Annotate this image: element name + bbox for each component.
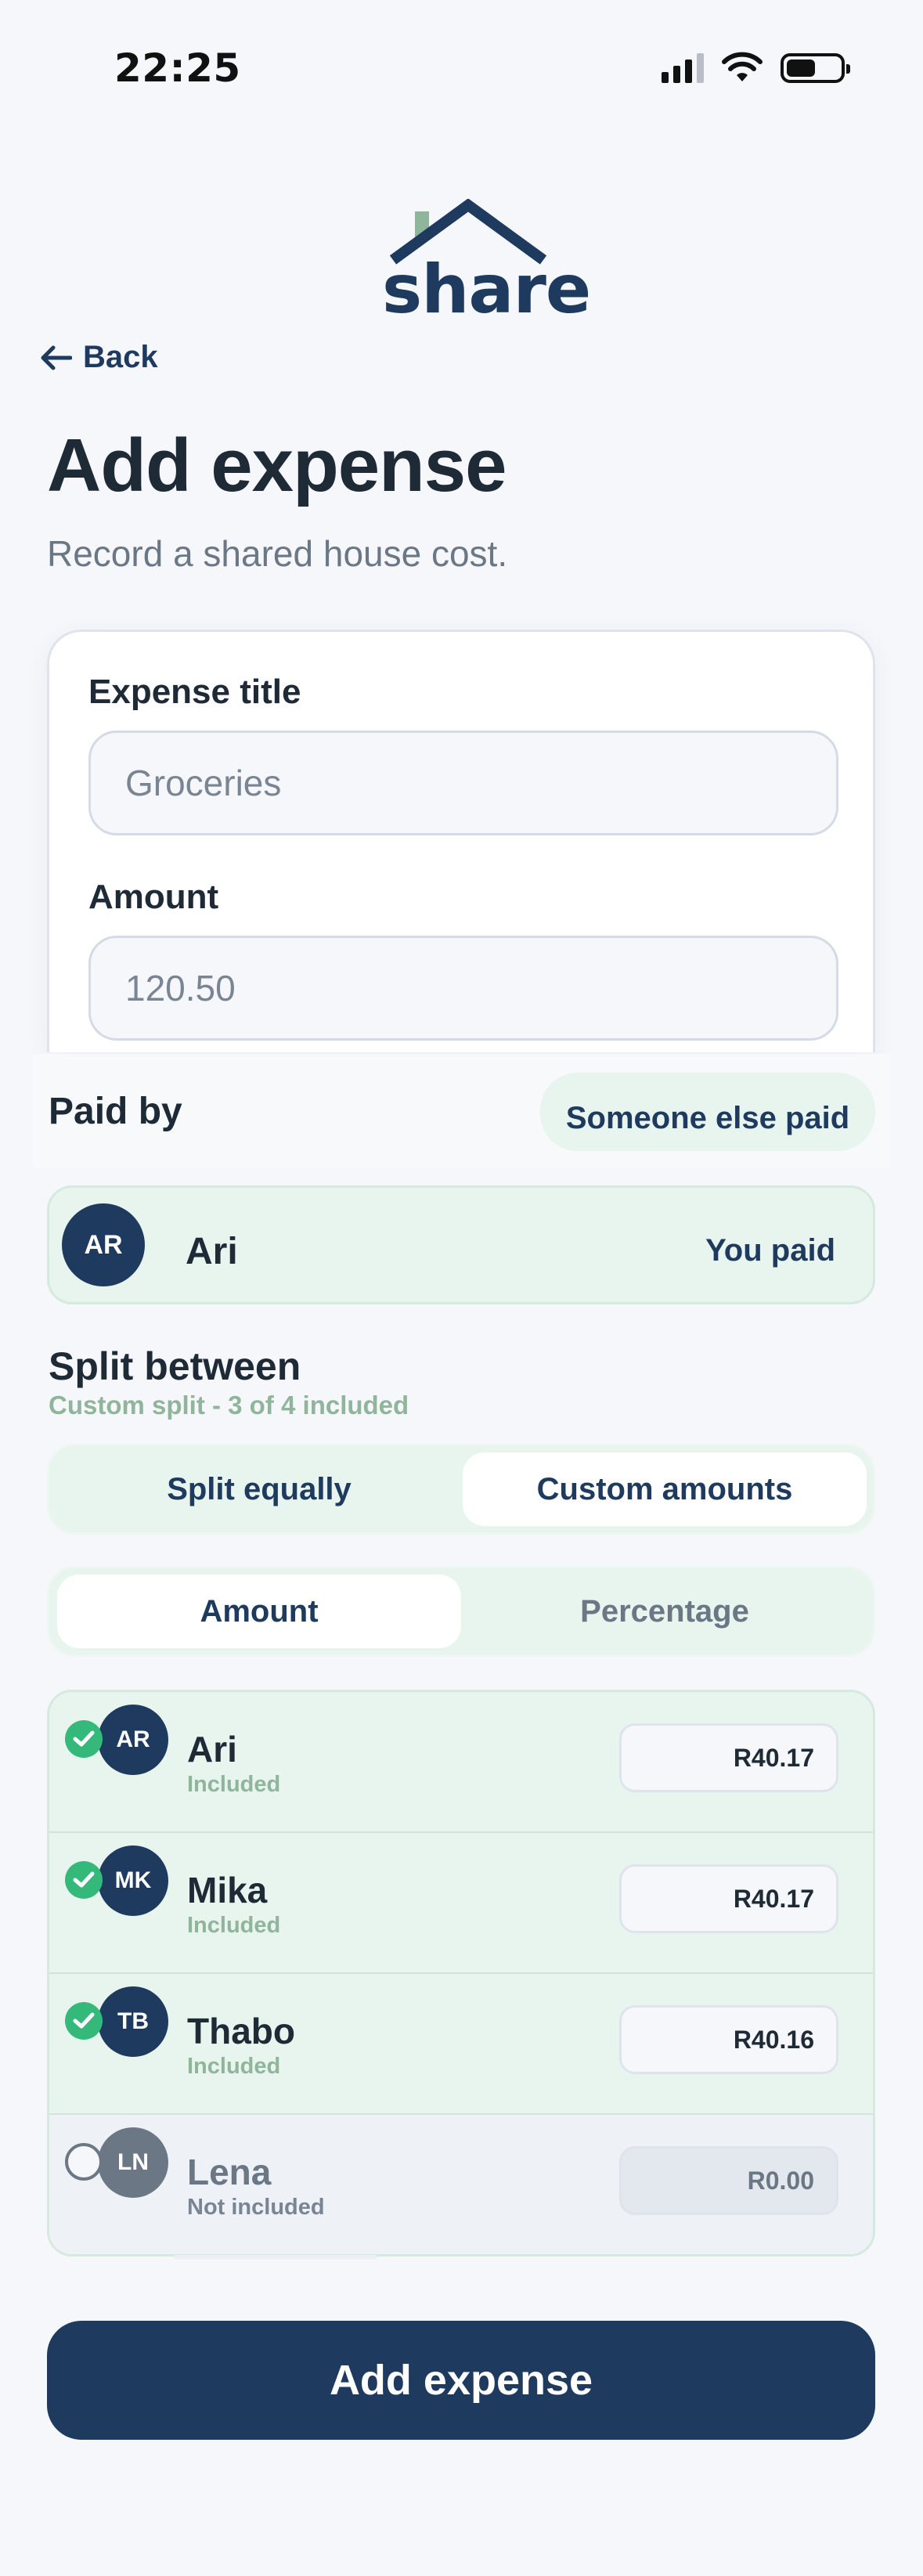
- page-title: Add expense: [47, 424, 507, 507]
- person-amount-input[interactable]: R40.16: [619, 2005, 838, 2074]
- checked-icon[interactable]: [65, 1720, 103, 1758]
- percentage-option[interactable]: Percentage: [463, 1575, 867, 1648]
- add-expense-button[interactable]: Add expense: [47, 2321, 875, 2440]
- person-status: Not included: [187, 2195, 325, 2220]
- avatar: AR: [98, 1705, 168, 1775]
- paid-by-label: Paid by: [49, 1091, 182, 1132]
- checked-icon[interactable]: [65, 1861, 103, 1899]
- person-row-thabo[interactable]: TB Thabo Included R40.16: [49, 1974, 873, 2115]
- avatar: MK: [98, 1845, 168, 1916]
- person-amount-input[interactable]: R40.17: [619, 1723, 838, 1792]
- battery-icon: [781, 53, 850, 83]
- amount-label: Amount: [88, 878, 219, 916]
- person-name: Ari: [187, 1729, 237, 1770]
- wifi-icon: [722, 52, 763, 81]
- avatar: LN: [98, 2127, 168, 2198]
- scroll-hint: [174, 2255, 377, 2260]
- person-amount-input[interactable]: R40.17: [619, 1864, 838, 1933]
- split-people-list: AR Ari Included R40.17 MK Mika Included …: [47, 1690, 875, 2257]
- split-mode-toggle: Split equally Custom amounts: [47, 1444, 875, 1535]
- expense-title-label: Expense title: [88, 673, 301, 711]
- back-label: Back: [83, 340, 158, 374]
- you-paid-tag: You paid: [705, 1233, 835, 1268]
- person-row-ari[interactable]: AR Ari Included R40.17: [49, 1692, 873, 1833]
- person-row-lena[interactable]: LN Lena Not included R0.00: [49, 2115, 873, 2254]
- avatar: AR: [62, 1203, 145, 1286]
- person-status: Included: [187, 2054, 281, 2079]
- custom-amounts-option[interactable]: Custom amounts: [463, 1452, 867, 1526]
- checked-icon[interactable]: [65, 2002, 103, 2040]
- page-subtitle: Record a shared house cost.: [47, 533, 508, 574]
- add-expense-screen: 22:25 share Back Add expense Record a sh…: [0, 0, 923, 2576]
- person-status: Included: [187, 1772, 281, 1797]
- status-time: 22:25: [114, 45, 241, 91]
- expense-title-input[interactable]: Groceries: [88, 731, 838, 835]
- split-between-title: Split between: [49, 1344, 301, 1388]
- avatar: TB: [98, 1986, 168, 2057]
- person-name: Thabo: [187, 2011, 295, 2051]
- amount-input[interactable]: 120.50: [88, 936, 838, 1041]
- someone-else-paid-button[interactable]: Someone else paid: [540, 1073, 875, 1151]
- back-button[interactable]: Back: [39, 340, 158, 375]
- amount-option[interactable]: Amount: [57, 1575, 461, 1648]
- expense-form-card: Expense title Groceries Amount 120.50: [47, 630, 875, 1052]
- payer-card[interactable]: AR Ari You paid: [47, 1185, 875, 1304]
- arrow-left-icon: [41, 345, 72, 370]
- person-name: Lena: [187, 2152, 272, 2192]
- split-unit-toggle: Amount Percentage: [47, 1566, 875, 1657]
- split-summary: Custom split - 3 of 4 included: [49, 1391, 409, 1420]
- payer-name: Ari: [186, 1231, 238, 1272]
- cellular-signal-icon: [662, 52, 704, 83]
- logo-wordmark: share: [382, 251, 591, 329]
- person-name: Mika: [187, 1870, 268, 1910]
- split-equally-option[interactable]: Split equally: [57, 1452, 461, 1526]
- share-logo: share: [382, 199, 591, 329]
- unchecked-circle-icon[interactable]: [65, 2143, 103, 2181]
- person-amount-input[interactable]: R0.00: [619, 2146, 838, 2215]
- person-row-mika[interactable]: MK Mika Included R40.17: [49, 1833, 873, 1974]
- person-status: Included: [187, 1913, 281, 1938]
- status-icons: [662, 52, 850, 83]
